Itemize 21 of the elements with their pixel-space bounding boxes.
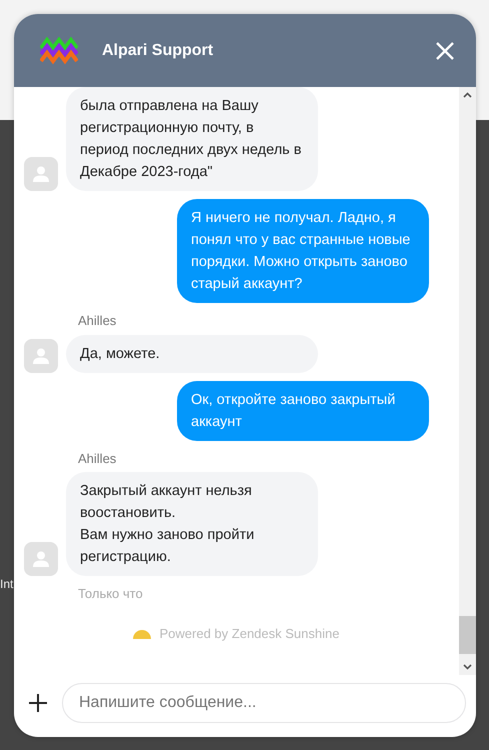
powered-by-text: Powered by Zendesk Sunshine (160, 624, 340, 643)
sun-icon (132, 627, 152, 640)
close-icon[interactable] (436, 42, 454, 60)
avatar-icon (24, 542, 58, 576)
avatar-icon (24, 157, 58, 191)
message-bubble: была отправлена на Вашу регистрационную почту, в период последних двух недель в Декабре 2023-года" (66, 87, 318, 191)
background-text: Int (0, 576, 14, 593)
message-bubble: Ок, откройте заново закрытый аккаунт (177, 380, 429, 440)
avatar-icon (24, 338, 58, 372)
sender-name: Ahilles (78, 312, 118, 330)
scrollbar[interactable] (459, 87, 476, 675)
logo-icon (40, 36, 78, 66)
add-icon[interactable] (28, 693, 48, 713)
message-input[interactable]: Напишите сообщение... (62, 683, 466, 723)
message-bubble: Закрытый аккаунт нельзя воостановить. Вам нужно заново пройти регистрацию. (66, 472, 318, 576)
scroll-thumb[interactable] (459, 616, 476, 654)
chat-title: Alpari Support (102, 40, 214, 60)
sender-name: Ahilles (78, 450, 118, 468)
message-bubble: Да, можете. (66, 334, 318, 372)
message-time: Только что (78, 585, 144, 603)
message-bubble: Я ничего не получал. Ладно, я понял что у вас странные новые порядки. Можно открыть заново старый аккаунт? (177, 199, 429, 303)
